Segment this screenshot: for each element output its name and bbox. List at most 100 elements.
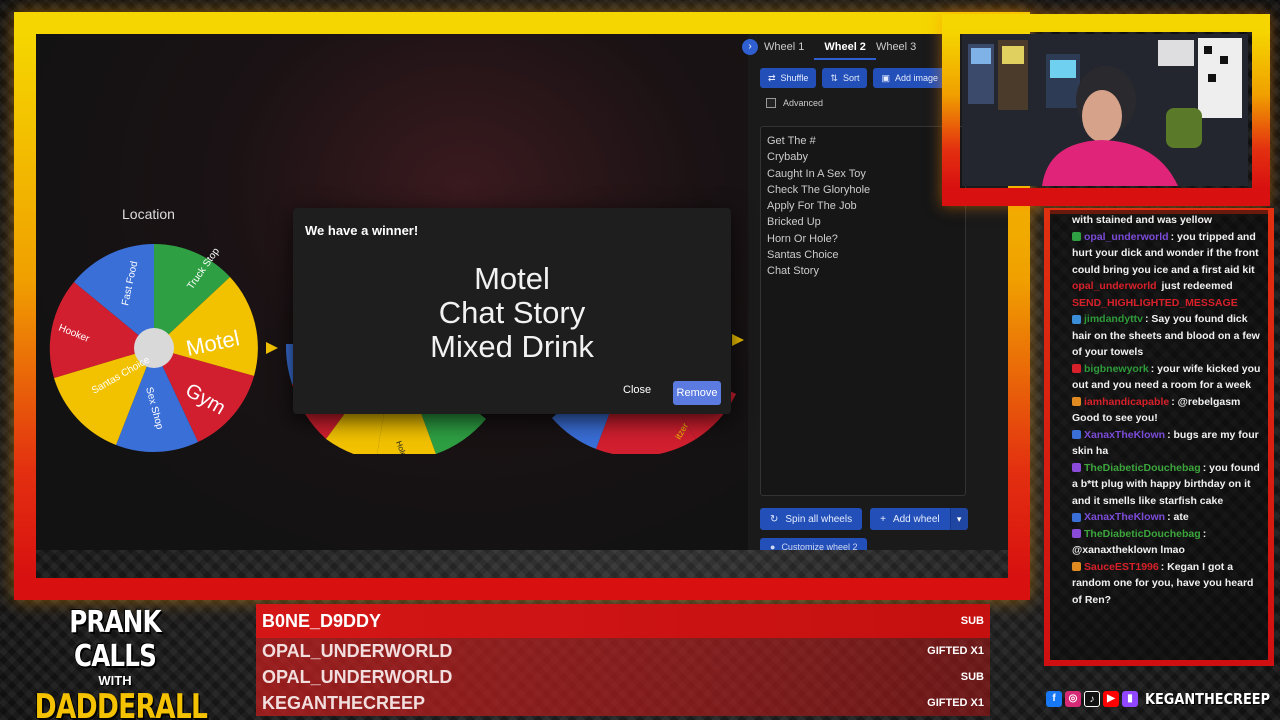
list-item: Santas Choice <box>767 249 839 262</box>
customize-label: Customize wheel 2 <box>781 542 858 550</box>
badge-icon <box>1072 512 1081 522</box>
collapse-arrow-icon[interactable]: › <box>742 39 758 55</box>
chat-message: TheDiabeticDouchebag: @xanaxtheklown lma… <box>1072 526 1262 559</box>
event-name: OPAL_UNDERWORLD <box>262 640 453 661</box>
spin-all-button[interactable]: ↻ Spin all wheels <box>760 508 863 530</box>
wheel-pointer <box>732 334 744 346</box>
wheel-pointer <box>266 342 278 354</box>
chat-message: with stained and was yellow <box>1072 212 1262 229</box>
chat-message: iamhandicapable: @rebelgasm Good to see … <box>1072 394 1262 427</box>
chat-username[interactable]: jimdandyttv <box>1084 313 1143 325</box>
chat-username[interactable]: bigbnewyork <box>1084 363 1149 375</box>
badge-icon <box>1072 364 1081 374</box>
webcam-scene <box>962 34 1248 186</box>
sort-button[interactable]: ⇅ Sort <box>822 68 868 88</box>
chat-text: SEND_HIGHLIGHTED_MESSAGE <box>1072 296 1238 309</box>
twitch-icon: ▮ <box>1122 691 1138 707</box>
event-tag: GIFTED X1 <box>927 697 984 709</box>
instagram-icon: ◎ <box>1065 691 1081 707</box>
list-item: Apply For The Job <box>767 200 857 213</box>
event-name: OPAL_UNDERWORLD <box>262 666 453 687</box>
dialog-title: We have a winner! <box>305 223 419 238</box>
add-wheel-label: Add wheel <box>892 513 940 525</box>
badge-icon <box>1072 430 1081 440</box>
list-item: Bricked Up <box>767 216 821 229</box>
winner-result: Mixed Drink <box>430 329 594 364</box>
list-item: Crybaby <box>767 151 808 164</box>
chat-username[interactable]: iamhandicapable <box>1084 396 1169 408</box>
chat-message: bigbnewyork: your wife kicked you out an… <box>1072 361 1262 394</box>
wheel-label: Location <box>122 206 175 222</box>
chat-username[interactable]: SauceEST1996 <box>1084 561 1159 573</box>
event-row: KEGANTHECREEP GIFTED X1 <box>256 690 990 716</box>
chat-username[interactable]: XanaxTheKlown <box>1084 429 1165 441</box>
event-tag: GIFTED X1 <box>927 645 984 657</box>
badge-icon <box>1072 529 1081 539</box>
wheel-actions: ↻ Spin all wheels + Add wheel ▾ <box>760 508 968 530</box>
tab-wheel-2[interactable]: Wheel 2 <box>814 34 876 60</box>
event-name: KEGANTHECREEP <box>262 692 426 713</box>
chat-text: with stained and was yellow <box>1072 214 1213 226</box>
youtube-icon: ▶ <box>1103 691 1119 707</box>
chat-message: opal_underworld just redeemed <box>1072 278 1262 295</box>
location-wheel[interactable]: Truck Stop Motel Gym Sex Shop Santas Cho… <box>48 238 278 458</box>
list-item: Check The Gloryhole <box>767 183 871 196</box>
channel-handle: KEGANTHECREEP <box>1145 690 1271 708</box>
chevron-down-icon[interactable]: ▾ <box>949 508 968 530</box>
winner-result: Chat Story <box>438 295 586 330</box>
badge-icon <box>1072 397 1081 407</box>
badge-icon <box>1072 463 1081 473</box>
image-icon: ▣ <box>881 72 890 83</box>
webcam-video <box>962 34 1248 186</box>
advanced-checkbox[interactable] <box>766 98 776 108</box>
event-row: OPAL_UNDERWORLD GIFTED X1 <box>256 638 990 664</box>
chat-message: XanaxTheKlown: bugs are my four skin ha <box>1072 427 1262 460</box>
chat-username[interactable]: TheDiabeticDouchebag <box>1084 462 1201 474</box>
chat-message: SauceEST1996: Kegan I got a random one f… <box>1072 559 1262 609</box>
advanced-toggle[interactable]: Advanced <box>766 98 823 108</box>
shuffle-button[interactable]: ⇄ Shuffle <box>760 68 817 88</box>
badge-icon <box>1072 562 1081 572</box>
tab-wheel-3[interactable]: Wheel 3 <box>876 41 926 53</box>
add-image-button[interactable]: ▣ Add image <box>873 68 947 88</box>
chat-message: opal_underworld: you tripped and hurt yo… <box>1072 229 1262 279</box>
chat-message: jimdandyttv: Say you found dick hair on … <box>1072 311 1262 361</box>
badge-icon <box>1072 314 1081 324</box>
logo-title: PRANK CALLS <box>69 605 161 674</box>
chat-message: TheDiabeticDouchebag: you found a b*tt p… <box>1072 460 1262 510</box>
palette-icon: ● <box>770 542 776 550</box>
add-wheel-group: + Add wheel ▾ <box>870 508 968 530</box>
event-tag: SUB <box>960 671 984 683</box>
shuffle-label: Shuffle <box>780 73 809 83</box>
event-tag: SUB <box>960 615 984 627</box>
spin-all-label: Spin all wheels <box>785 513 853 525</box>
chat-panel: with stained and was yellow opal_underwo… <box>1050 210 1268 660</box>
list-item: Caught In A Sex Toy <box>767 167 866 180</box>
plus-icon: + <box>880 513 886 525</box>
event-row: B0NE_D9DDY SUB <box>256 604 990 638</box>
remove-button[interactable]: Remove <box>673 381 721 405</box>
tiktok-icon: ♪ <box>1084 691 1100 707</box>
event-row: OPAL_UNDERWORLD SUB <box>256 664 990 690</box>
chat-username[interactable]: opal_underworld <box>1084 231 1169 243</box>
entries-textarea[interactable]: Get The # Crybaby Caught In A Sex Toy Ch… <box>760 126 966 496</box>
facebook-icon: f <box>1046 691 1062 707</box>
badge-icon <box>1072 232 1081 242</box>
social-links: f ◎ ♪ ▶ ▮ KEGANTHECREEP <box>1046 690 1280 708</box>
customize-wheel-button[interactable]: ● Customize wheel 2 <box>760 538 868 550</box>
add-wheel-button[interactable]: + Add wheel <box>870 508 950 530</box>
chat-message: XanaxTheKlown: ate <box>1072 509 1262 526</box>
refresh-icon: ↻ <box>770 513 779 525</box>
shuffle-icon: ⇄ <box>768 72 776 83</box>
chat-username[interactable]: XanaxTheKlown <box>1084 511 1165 523</box>
winner-dialog: We have a winner! Motel Chat Story Mixed… <box>293 208 731 414</box>
chat-username[interactable]: opal_underworld <box>1072 280 1157 292</box>
logo-with: WITH <box>98 673 132 688</box>
winner-results: Motel Chat Story Mixed Drink <box>293 262 731 364</box>
tab-wheel-1[interactable]: Wheel 1 <box>764 41 814 53</box>
list-item: Horn Or Hole? <box>767 232 838 245</box>
chat-username[interactable]: TheDiabeticDouchebag <box>1084 528 1201 540</box>
chat-text: just redeemed <box>1158 280 1233 292</box>
chat-text: : ate <box>1167 511 1189 523</box>
close-button[interactable]: Close <box>623 384 651 396</box>
